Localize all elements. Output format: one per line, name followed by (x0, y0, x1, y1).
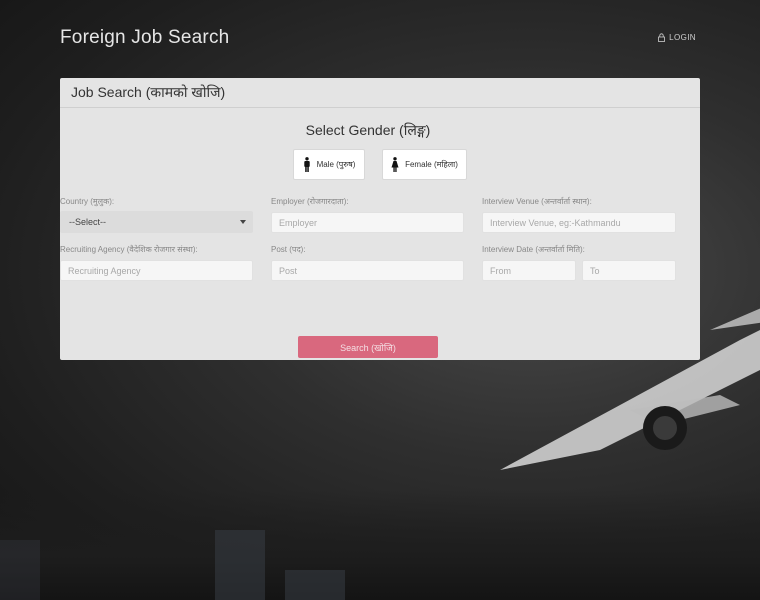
agency-label: Recruiting Agency (वैदेशिक रोजगार संस्था… (60, 245, 198, 254)
interview-date-from-input[interactable] (482, 260, 576, 281)
top-bar: Foreign Job Search LOGIN (0, 0, 760, 78)
panel-title: Job Search (कामको खोजि) (60, 78, 700, 108)
country-select-value: --Select-- (69, 217, 107, 227)
employer-input[interactable] (271, 212, 464, 233)
country-label: Country (मुलुक): (60, 197, 115, 206)
country-select[interactable]: --Select-- (60, 211, 253, 233)
interview-venue-input[interactable] (482, 212, 676, 233)
post-label: Post (पद): (271, 245, 306, 254)
search-button[interactable]: Search (खोजि) (298, 336, 438, 358)
female-gender-button[interactable]: Female (महिला) (382, 149, 467, 180)
login-link[interactable]: LOGIN (658, 33, 696, 42)
male-gender-label: Male (पुरुष) (316, 160, 356, 169)
employer-label: Employer (रोजगारदाता): (271, 197, 349, 206)
interview-date-label: Interview Date (अन्तर्वार्ता मिति): (482, 245, 585, 254)
recruiting-agency-input[interactable] (60, 260, 253, 281)
site-brand-link[interactable]: Foreign Job Search (60, 27, 229, 49)
job-search-panel: Job Search (कामको खोजि) Select Gender (ल… (60, 78, 700, 360)
female-gender-label: Female (महिला) (405, 160, 458, 169)
lock-icon (658, 33, 665, 42)
female-person-icon (391, 157, 399, 172)
male-gender-button[interactable]: Male (पुरुष) (293, 149, 365, 180)
login-label: LOGIN (669, 33, 696, 42)
chevron-down-icon (240, 220, 246, 224)
male-person-icon (303, 157, 310, 172)
job-search-form: Select Gender (लिङ्ग) Male (पुरुष) Femal… (60, 108, 700, 360)
gender-title: Select Gender (लिङ्ग) (305, 122, 431, 138)
city-background-image (0, 490, 760, 600)
post-input[interactable] (271, 260, 464, 281)
venue-label: Interview Venue (अन्तर्वार्ता स्थान): (482, 197, 592, 206)
interview-date-to-input[interactable] (582, 260, 676, 281)
